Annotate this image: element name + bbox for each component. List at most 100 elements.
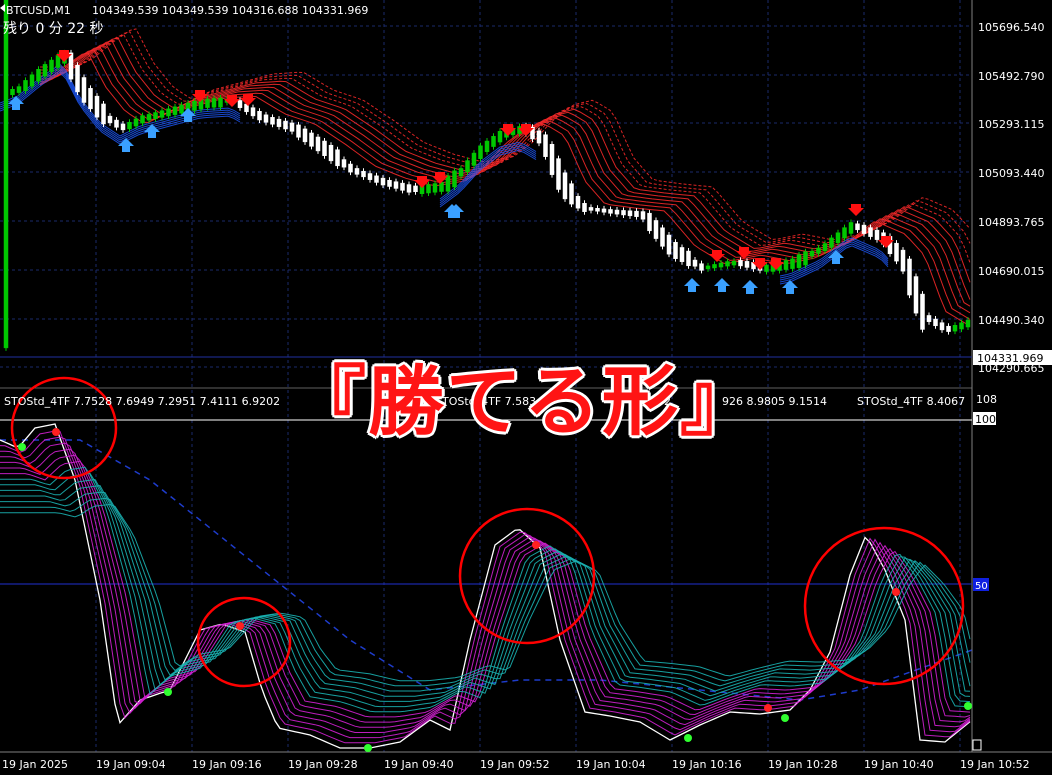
candle-body: [315, 136, 321, 152]
candle-body: [783, 260, 789, 270]
time-tick: 19 Jan 2025: [2, 758, 68, 771]
candle-body: [699, 263, 704, 271]
candle-body: [608, 209, 613, 214]
candle-body: [107, 115, 113, 124]
candle-body: [556, 158, 561, 190]
countdown-label: 残り 0 分 22 秒: [3, 21, 104, 37]
price-tick: 105093.440: [978, 167, 1044, 180]
candle-body: [335, 149, 340, 167]
candle-body: [965, 319, 971, 328]
candle-body: [679, 247, 685, 262]
indicator-label: STOStd_4TF 8.4067: [857, 395, 965, 408]
candle-body: [426, 184, 431, 194]
candle-body: [939, 322, 945, 331]
buy-arrow-icon: [782, 280, 798, 294]
candle-body: [406, 184, 412, 193]
ma-line-red: [39, 49, 971, 320]
candle-body: [614, 209, 620, 215]
buy-arrow-icon: [684, 278, 700, 292]
time-tick: 19 Jan 09:28: [288, 758, 358, 771]
candle-body: [907, 258, 912, 296]
signal-dot: [964, 702, 972, 710]
candle-body: [673, 241, 678, 259]
candle-body: [946, 325, 951, 332]
candle-body: [855, 223, 860, 231]
ohlc-label: 104349.539 104349.539 104316.688 104331.…: [92, 4, 368, 17]
candle-body: [10, 89, 15, 96]
candle-body: [595, 208, 600, 212]
candle-body: [497, 131, 503, 143]
candle-body: [705, 265, 711, 270]
buy-arrow-icon: [8, 96, 24, 110]
candle-body: [582, 203, 587, 212]
candle-body: [413, 185, 418, 193]
price-tick: 104893.765: [978, 216, 1044, 229]
candle-body: [803, 251, 808, 266]
highlight-circle: [803, 526, 965, 686]
candle-body: [257, 111, 262, 121]
candle-body: [250, 107, 256, 117]
candle-body: [153, 112, 158, 120]
candle-body: [101, 103, 106, 125]
stochastic-line: [0, 503, 971, 682]
stochastic-line: [0, 423, 971, 749]
candle-body: [341, 159, 347, 168]
candle-body: [452, 170, 457, 188]
candle-body: [146, 114, 152, 121]
candle-body: [166, 108, 171, 117]
candle-body: [159, 110, 165, 118]
candle-body: [900, 249, 906, 272]
candle-body: [653, 220, 659, 239]
candle-body: [296, 124, 301, 138]
candle-body: [738, 260, 743, 267]
ma-line-red: [40, 34, 971, 263]
candle-body: [790, 258, 795, 269]
candle-body: [354, 168, 360, 175]
time-tick: 19 Jan 10:28: [768, 758, 838, 771]
candle-body: [263, 114, 269, 123]
price-tick: 104490.340: [978, 314, 1044, 327]
candle-body: [809, 250, 815, 257]
sell-arrow-icon: [709, 250, 725, 262]
candle-body: [627, 210, 633, 217]
candle-body: [913, 276, 919, 314]
buy-arrow-icon: [742, 280, 758, 294]
level-100-text: 100: [975, 413, 996, 426]
symbol-arrow-icon: [0, 4, 5, 12]
candle-body: [140, 115, 145, 124]
lock-icon[interactable]: [972, 739, 982, 751]
signal-dot: [164, 688, 172, 696]
candle-body: [471, 152, 477, 166]
candle-body: [328, 144, 334, 162]
candle-body: [874, 229, 880, 240]
candle-body: [718, 262, 724, 268]
candle-body: [725, 261, 730, 267]
ma-line-red: [40, 40, 971, 300]
stoch-signal-dashed: [0, 439, 973, 701]
candle-body: [289, 122, 295, 132]
sell-arrow-icon: [240, 94, 256, 106]
candle-body: [172, 106, 178, 115]
candle-body: [731, 261, 737, 266]
time-tick: 19 Jan 09:52: [480, 758, 550, 771]
time-tick: 19 Jan 09:40: [384, 758, 454, 771]
candle-body: [133, 118, 139, 127]
candle-body: [393, 181, 399, 189]
stochastic-dots: [18, 428, 972, 752]
candle-body: [926, 315, 932, 322]
sell-arrow-icon: [848, 204, 864, 216]
candle-body: [16, 86, 22, 93]
symbol-label: BTCUSD,M1: [6, 4, 71, 17]
candle-body: [361, 170, 366, 178]
candle-body: [569, 183, 574, 205]
stochastic-ribbon: [0, 423, 971, 749]
candle-body: [491, 136, 496, 147]
candle-body: [114, 119, 119, 128]
candle-body: [322, 140, 327, 156]
candle-body: [127, 121, 132, 130]
candle-body: [179, 104, 184, 114]
candle-body: [270, 117, 275, 125]
candle-body: [868, 227, 873, 237]
time-tick: 19 Jan 10:04: [576, 758, 646, 771]
price-tick: 105492.790: [978, 70, 1044, 83]
